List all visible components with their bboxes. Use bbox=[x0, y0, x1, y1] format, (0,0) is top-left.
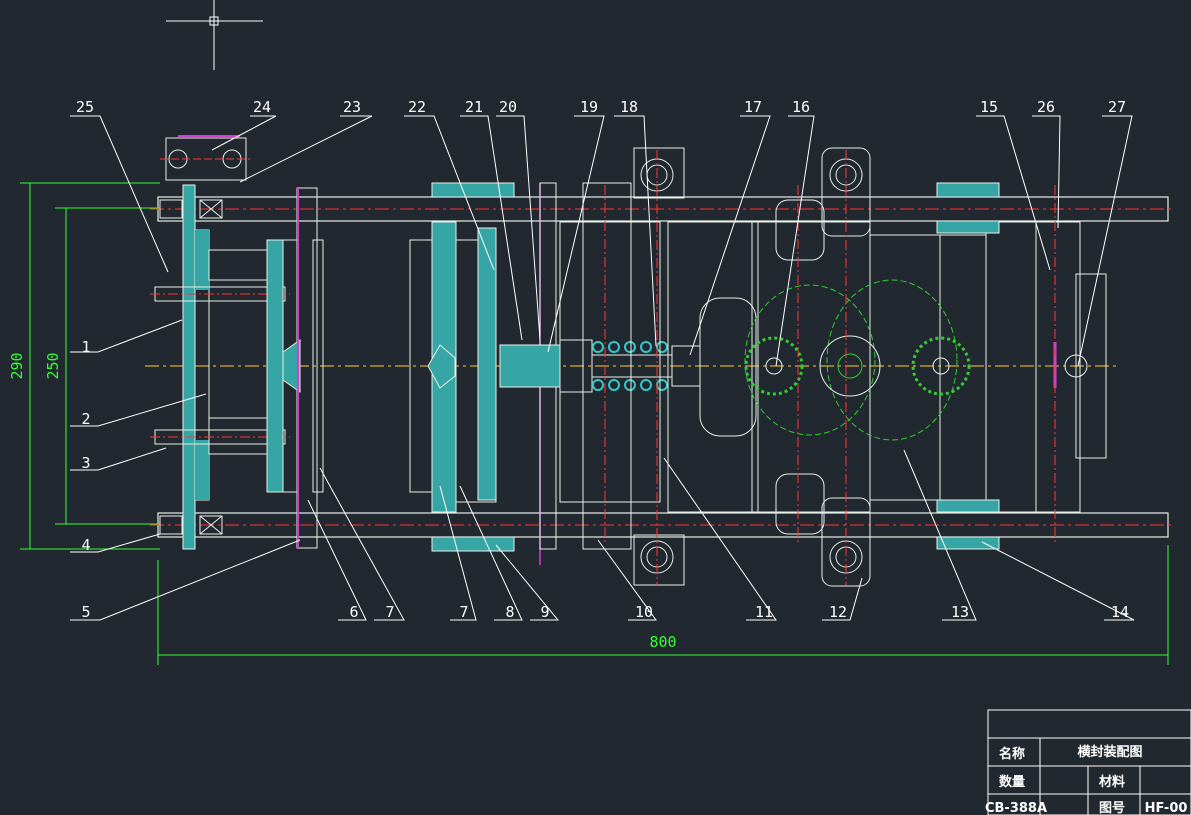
callout-1: 1 bbox=[81, 338, 90, 356]
callout-27: 27 bbox=[1108, 98, 1126, 116]
title-drawing-no-value: HF-00 bbox=[1145, 801, 1188, 815]
dimension-290: 290 bbox=[8, 352, 26, 379]
title-drawing-no-label: 图号 bbox=[1099, 801, 1125, 815]
drawing-background bbox=[0, 0, 1191, 815]
callout-23: 23 bbox=[343, 98, 361, 116]
cad-drawing-canvas[interactable]: 800 290 250 25 24 23 22 21 20 19 18 17 1… bbox=[0, 0, 1191, 815]
title-material-label: 材料 bbox=[1099, 774, 1125, 790]
title-name-label: 名称 bbox=[999, 746, 1025, 762]
callout-6: 6 bbox=[349, 603, 358, 621]
callout-21: 21 bbox=[465, 98, 483, 116]
title-model: CB-388A bbox=[985, 801, 1047, 815]
callout-3: 3 bbox=[81, 454, 90, 472]
callout-11: 11 bbox=[755, 603, 773, 621]
callout-7a: 7 bbox=[385, 603, 394, 621]
title-qty-label: 数量 bbox=[999, 774, 1025, 790]
callout-22: 22 bbox=[408, 98, 426, 116]
callout-14: 14 bbox=[1111, 603, 1129, 621]
dimension-250: 250 bbox=[44, 352, 62, 379]
title-name-value: 横封装配图 bbox=[1077, 744, 1142, 760]
callout-4: 4 bbox=[81, 536, 90, 554]
callout-8: 8 bbox=[505, 603, 514, 621]
callout-18: 18 bbox=[620, 98, 638, 116]
callout-5: 5 bbox=[81, 603, 90, 621]
callout-9: 9 bbox=[540, 603, 549, 621]
callout-10: 10 bbox=[635, 603, 653, 621]
callout-24: 24 bbox=[253, 98, 271, 116]
callout-12: 12 bbox=[829, 603, 847, 621]
callout-19: 19 bbox=[580, 98, 598, 116]
dimension-800: 800 bbox=[649, 633, 676, 651]
callout-16: 16 bbox=[792, 98, 810, 116]
callout-26: 26 bbox=[1037, 98, 1055, 116]
callout-20: 20 bbox=[499, 98, 517, 116]
callout-17: 17 bbox=[744, 98, 762, 116]
callout-7b: 7 bbox=[459, 603, 468, 621]
callout-15: 15 bbox=[980, 98, 998, 116]
callout-2: 2 bbox=[81, 410, 90, 428]
callout-13: 13 bbox=[951, 603, 969, 621]
callout-25: 25 bbox=[76, 98, 94, 116]
